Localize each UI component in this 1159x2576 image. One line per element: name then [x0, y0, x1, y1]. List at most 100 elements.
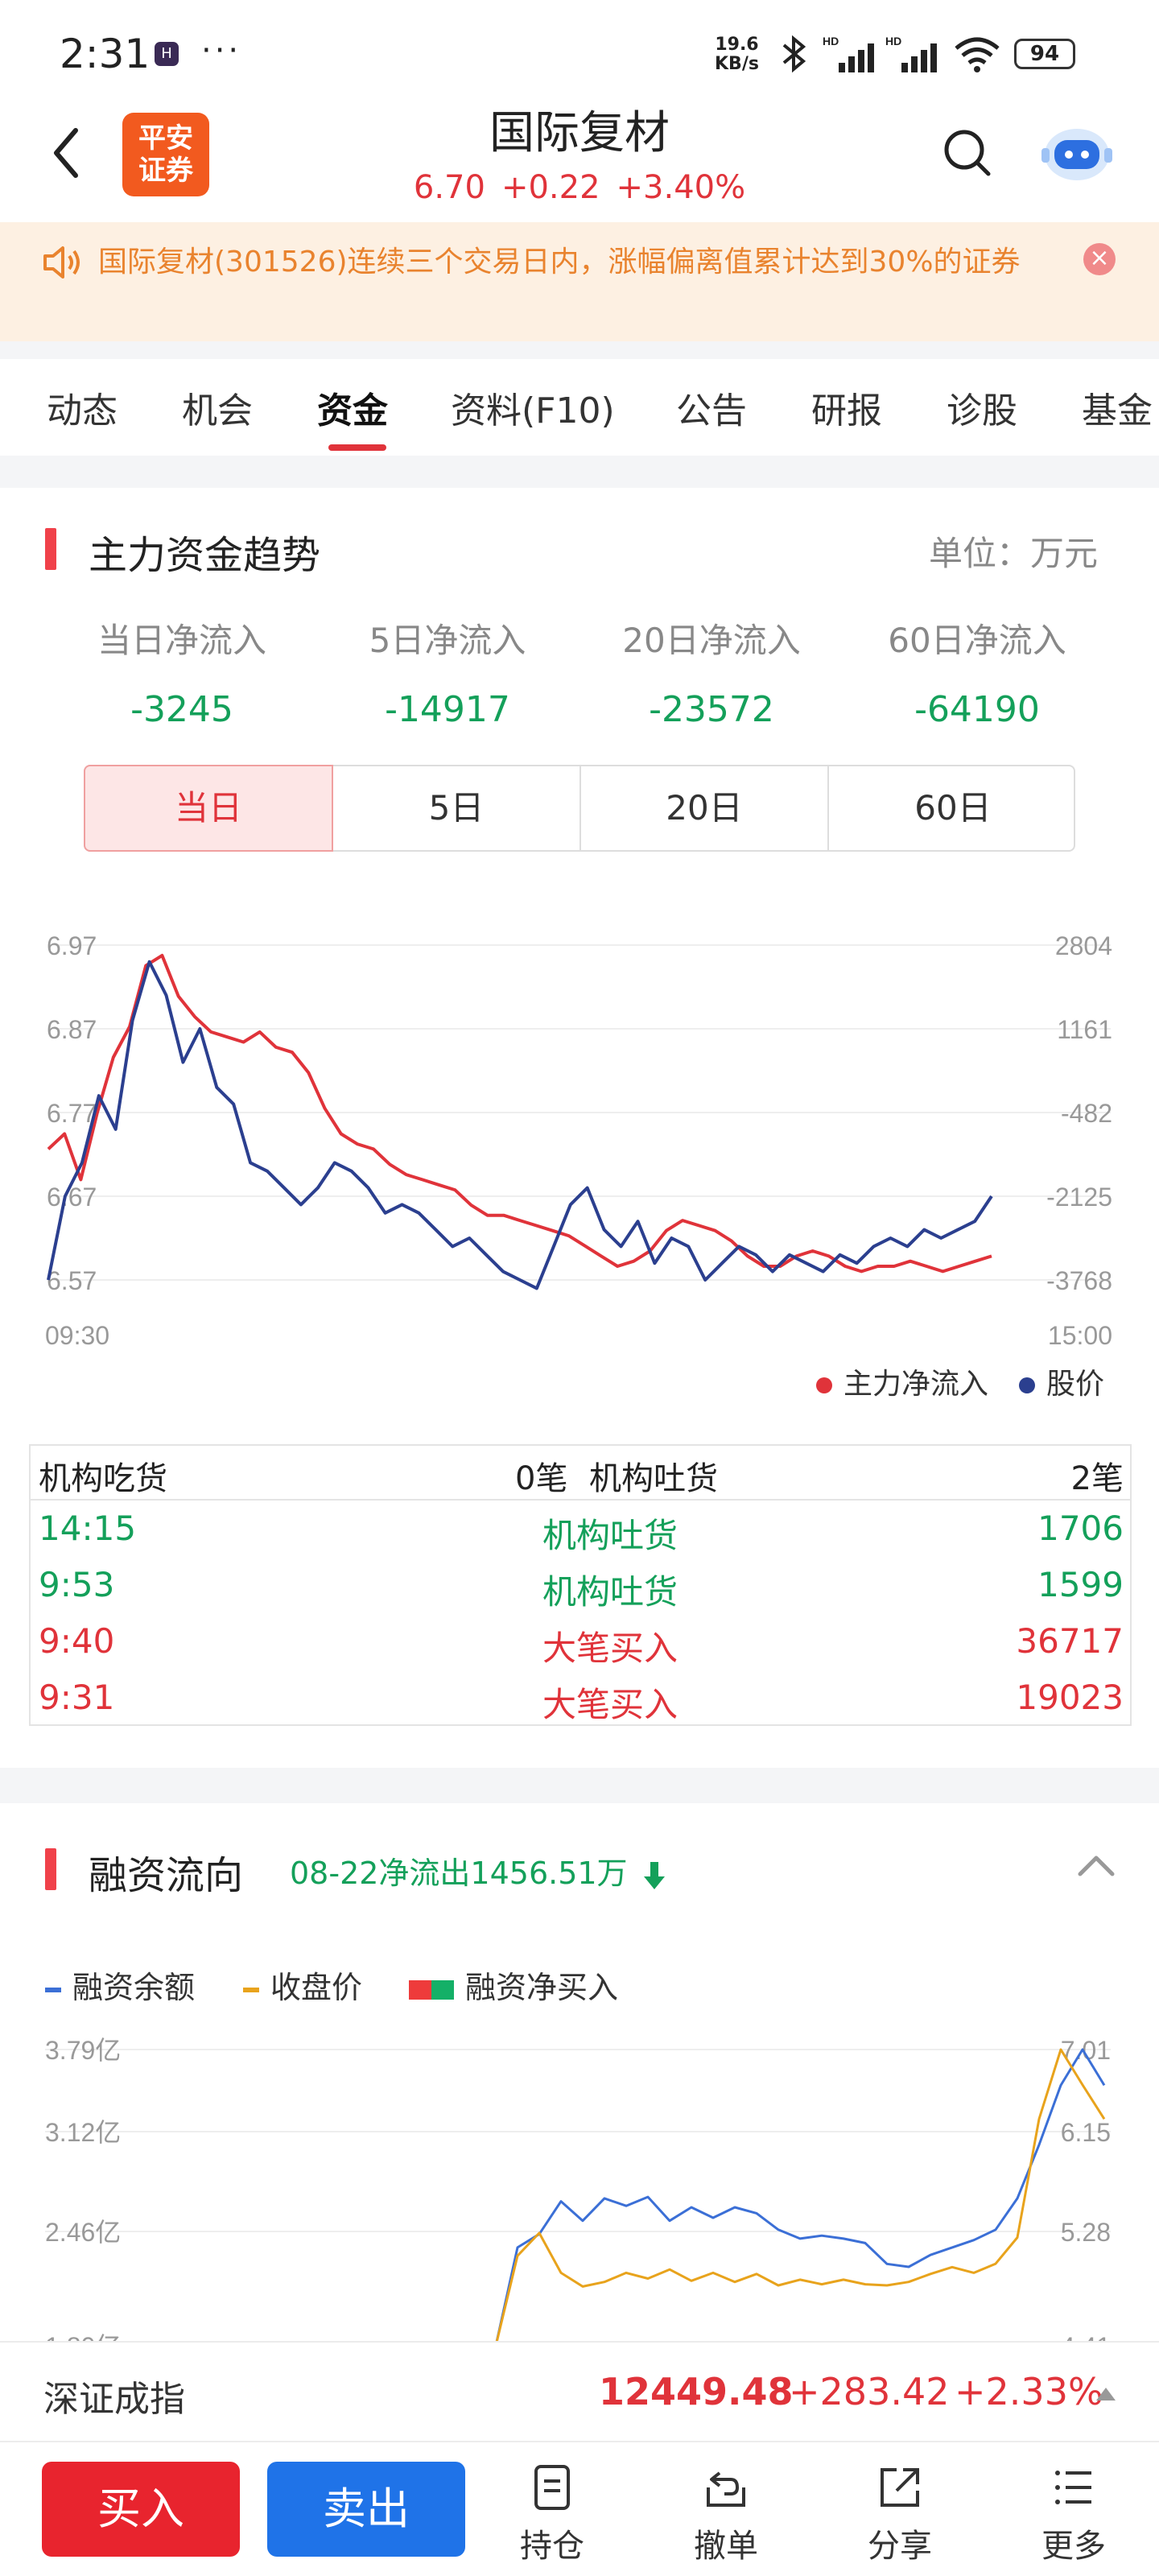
- tab-research[interactable]: 研报: [811, 382, 882, 433]
- divider: [0, 1768, 1159, 1803]
- tab-funds[interactable]: 资金: [317, 382, 388, 433]
- cancel-order-label: 撤单: [694, 2528, 758, 2565]
- legend-close-price: 收盘价: [243, 1963, 362, 2007]
- y-left-tick-label: 6.57: [47, 1266, 97, 1295]
- tab-fund[interactable]: 基金: [1082, 382, 1153, 433]
- flow-value-today: -3245: [130, 689, 233, 730]
- table-row: 9:53 机构吐货 1599: [31, 1557, 1130, 1613]
- more-label: 更多: [1041, 2528, 1106, 2565]
- legend-close-price-label: 收盘价: [270, 1970, 363, 2005]
- sell-button[interactable]: 卖出: [267, 2462, 465, 2557]
- y-left-tick-label: 6.87: [47, 1015, 97, 1044]
- svg-text:HD: HD: [823, 35, 839, 47]
- trade-value: 19023: [1016, 1678, 1124, 1717]
- trade-type: 大笔买入: [542, 1685, 678, 1724]
- period-5d[interactable]: 5日: [333, 766, 581, 850]
- trade-type: 大笔买入: [542, 1629, 678, 1668]
- divider: [0, 341, 1159, 359]
- expand-up-icon[interactable]: [1096, 2388, 1116, 2401]
- cancel-order-button[interactable]: 撤单: [670, 2457, 782, 2570]
- margin-title: 融资流向: [89, 1853, 244, 1898]
- bluetooth-icon: [782, 35, 806, 73]
- more-button[interactable]: 更多: [1017, 2457, 1130, 2570]
- tab-news[interactable]: 动态: [47, 382, 118, 433]
- active-tab-indicator: [328, 444, 386, 451]
- table-row: 9:31 大笔买入 19023: [31, 1670, 1130, 1726]
- legend-main-flow-label: 主力净流入: [843, 1368, 989, 1401]
- legend-dot-blue: [1019, 1377, 1035, 1393]
- legend-main-flow: 主力净流入: [816, 1360, 988, 1402]
- margin-flow-chart: 3.79亿7.013.12亿6.152.46亿5.281.80亿4.41: [45, 2036, 1111, 2343]
- positions-button[interactable]: 持仓: [496, 2457, 608, 2570]
- y-left-tick-label: 6.77: [47, 1099, 97, 1128]
- institution-trades-table: 机构吃货 0笔 机构吐货 2笔 14:15 机构吐货 1706 9:53 机构吐…: [29, 1444, 1132, 1726]
- inst-sell-count: 2笔: [1070, 1460, 1124, 1497]
- trade-time: 9:40: [39, 1621, 115, 1661]
- legend-price-label: 股价: [1046, 1368, 1105, 1401]
- speaker-icon: [43, 246, 80, 279]
- period-20d[interactable]: 20日: [581, 766, 829, 850]
- banner-close-button[interactable]: ×: [1083, 243, 1116, 275]
- tab-opportunity[interactable]: 机会: [182, 382, 253, 433]
- share-button[interactable]: 分享: [843, 2457, 956, 2570]
- flow-label-today: 当日净流入: [97, 621, 266, 660]
- banner-text: 国际复材(301526)连续三个交易日内，涨幅偏离值累计达到30%的证券: [98, 246, 1021, 279]
- legend-price: 股价: [1019, 1360, 1104, 1402]
- legend-swatch-green: [431, 1979, 454, 2000]
- inst-buy-count: 0笔: [515, 1460, 568, 1497]
- inst-sell-label: 机构吐货: [589, 1460, 718, 1497]
- period-selector: 当日 5日 20日 60日: [84, 765, 1075, 852]
- period-60d[interactable]: 60日: [829, 766, 1077, 850]
- index-value: 12449.48: [599, 2370, 794, 2413]
- main-fund-trend-chart: 6.97 2804 6.87 1161 6.77 -482 6.67 -2125 6.57 -37…: [45, 931, 1112, 1350]
- flow-value-60d: -64190: [914, 689, 1040, 730]
- unit-label: 单位：万元: [929, 534, 1099, 573]
- legend-net-buy-label: 融资净买入: [465, 1970, 619, 2005]
- share-icon: [881, 2468, 919, 2507]
- market-index-bar[interactable]: 深证成指 12449.48 +283.42 +2.33%: [0, 2341, 1159, 2441]
- network-speed: 19.6 KB/s: [715, 35, 759, 74]
- menu-icon: [1055, 2471, 1091, 2504]
- trade-value: 1599: [1037, 1565, 1124, 1604]
- legend-line-blue: [45, 1987, 61, 1992]
- margin-subtitle: 08-22净流出1456.51万: [290, 1848, 666, 1893]
- svg-text:HD: HD: [885, 35, 901, 47]
- legend-swatch-red: [409, 1979, 431, 2000]
- status-bar: 2:31 H ··· 19.6 KB/s HD HD 94: [0, 0, 1159, 105]
- collapse-chevron-icon[interactable]: [1075, 1850, 1117, 1882]
- index-name: 深证成指: [43, 2379, 185, 2420]
- margin-balance-series-line: [495, 2048, 1106, 2343]
- buy-button[interactable]: 买入: [42, 2462, 240, 2557]
- bottom-action-bar: 买入 卖出 持仓 撤单 分享 更多: [0, 2441, 1159, 2576]
- stock-change: +0.22: [501, 169, 600, 206]
- stock-price: 6.70: [413, 169, 485, 206]
- y-right-tick-label: 5.28: [1061, 2218, 1111, 2247]
- back-arrow-icon[interactable]: [40, 121, 89, 185]
- legend-margin-balance: 融资余额: [45, 1963, 195, 2007]
- trade-type: 机构吐货: [542, 1572, 678, 1612]
- period-today[interactable]: 当日: [84, 765, 333, 852]
- y-left-tick-label: 6.67: [47, 1183, 97, 1212]
- network-speed-unit: KB/s: [715, 54, 759, 74]
- trade-value: 1706: [1037, 1509, 1124, 1548]
- broker-logo-line2: 证券: [138, 155, 193, 187]
- search-icon[interactable]: [938, 124, 995, 180]
- broker-logo: 平安 证券: [122, 113, 209, 196]
- y-left-tick-label: 6.97: [47, 931, 97, 960]
- y-left-tick-label: 3.79亿: [45, 2036, 121, 2065]
- tab-announcements[interactable]: 公告: [676, 382, 747, 433]
- margin-net-outflow: 08-22净流出1456.51万: [290, 1856, 628, 1891]
- tab-diagnosis[interactable]: 诊股: [947, 382, 1017, 433]
- fund-trend-title: 主力资金趋势: [89, 533, 321, 578]
- tab-profile-f10[interactable]: 资料(F10): [451, 382, 615, 433]
- ai-assistant-icon[interactable]: [1038, 118, 1116, 187]
- flow-label-5d: 5日净流入: [369, 621, 526, 660]
- flow-label-20d: 20日净流入: [622, 621, 801, 660]
- document-icon: [534, 2465, 570, 2510]
- index-change-pct: +2.33%: [955, 2370, 1103, 2413]
- trade-time: 9:53: [39, 1565, 115, 1604]
- table-row: 14:15 机构吐货 1706: [31, 1501, 1130, 1557]
- flow-value-20d: -23572: [649, 689, 774, 730]
- x-start-tick-label: 09:30: [45, 1321, 109, 1350]
- trade-time: 9:31: [39, 1678, 115, 1717]
